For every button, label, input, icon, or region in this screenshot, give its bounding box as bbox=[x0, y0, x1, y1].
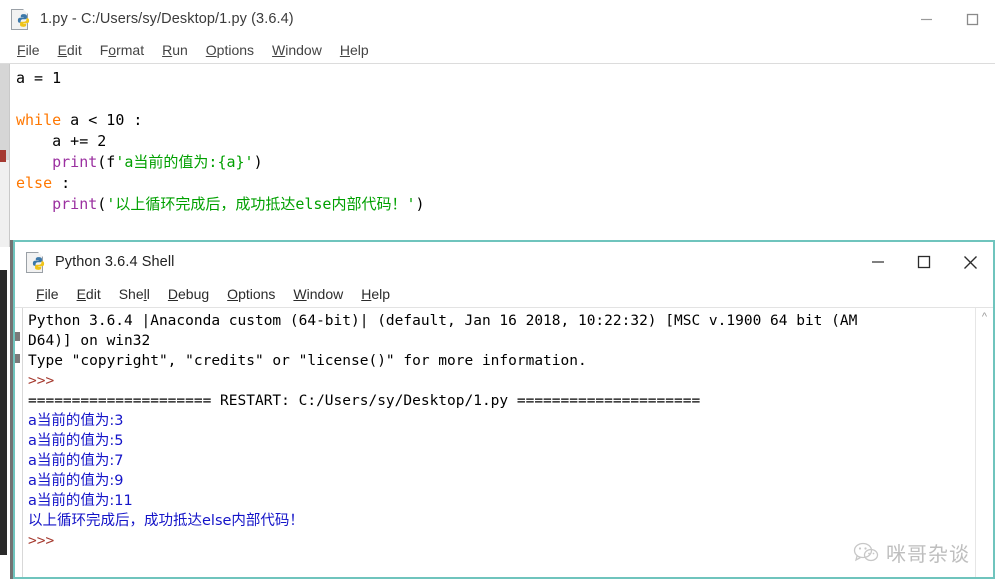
code-token: print bbox=[52, 195, 98, 213]
editor-title-text: 1.py - C:/Users/sy/Desktop/1.py (3.6.4) bbox=[40, 11, 294, 27]
window-shadow-edge bbox=[0, 270, 7, 555]
shell-line: >>> bbox=[28, 533, 55, 549]
code-token: else bbox=[16, 174, 53, 192]
scrollbar-thumb[interactable] bbox=[0, 64, 9, 160]
menu-item-help[interactable]: Help bbox=[352, 282, 399, 307]
shell-line: a当前的值为:5 bbox=[28, 433, 124, 449]
shell-line: a当前的值为:11 bbox=[28, 493, 133, 509]
shell-line: ===================== RESTART: C:/Users/… bbox=[28, 393, 701, 409]
menu-item-shell[interactable]: Shell bbox=[110, 282, 159, 307]
shell-line: a当前的值为:9 bbox=[28, 473, 124, 489]
editor-titlebar[interactable]: 1.py - C:/Users/sy/Desktop/1.py (3.6.4) bbox=[0, 0, 995, 38]
editor-window-buttons bbox=[903, 0, 995, 38]
code-line: a = 1 bbox=[16, 68, 995, 89]
menu-item-options[interactable]: Options bbox=[218, 282, 284, 307]
code-token: (f bbox=[97, 153, 116, 171]
shell-line: >>> bbox=[28, 373, 55, 389]
menu-item-edit[interactable]: Edit bbox=[49, 38, 91, 63]
code-token: : bbox=[52, 174, 71, 192]
shell-line: Type "copyright", "credits" or "license(… bbox=[28, 353, 587, 369]
wechat-logo-icon bbox=[853, 542, 879, 561]
code-token: ) bbox=[415, 195, 425, 213]
shell-body: Python 3.6.4 |Anaconda custom (64-bit)| … bbox=[15, 308, 993, 577]
code-token: print bbox=[52, 153, 98, 171]
code-line: while a < 10 : bbox=[16, 110, 995, 131]
code-line: else : bbox=[16, 173, 995, 194]
code-token: a += 2 bbox=[16, 132, 107, 150]
shell-title-text: Python 3.6.4 Shell bbox=[55, 254, 175, 270]
code-token: '以上循环完成后，成功抵达else内部代码！' bbox=[106, 195, 416, 213]
code-token: 'a当前的值为: bbox=[115, 153, 218, 171]
shell-gutter bbox=[15, 308, 23, 577]
shell-line: Python 3.6.4 |Anaconda custom (64-bit)| … bbox=[28, 313, 858, 329]
menu-item-options[interactable]: Options bbox=[197, 38, 263, 63]
menu-item-debug[interactable]: Debug bbox=[159, 282, 218, 307]
code-token: a < 10 : bbox=[61, 111, 143, 129]
maximize-button[interactable] bbox=[949, 0, 995, 38]
watermark-text: 咪哥杂谈 bbox=[886, 542, 970, 566]
code-token: {a} bbox=[217, 153, 245, 171]
shell-line: a当前的值为:3 bbox=[28, 413, 124, 429]
editor-vertical-scrollbar[interactable] bbox=[0, 64, 10, 247]
menu-item-run[interactable]: Run bbox=[153, 38, 197, 63]
close-button[interactable] bbox=[947, 242, 993, 282]
shell-menubar: File Edit Shell Debug Options Window Hel… bbox=[15, 282, 993, 308]
menu-item-file[interactable]: File bbox=[27, 282, 68, 307]
python-file-icon bbox=[11, 8, 32, 30]
menu-item-format[interactable]: Format bbox=[91, 38, 153, 63]
shell-line: 以上循环完成后，成功抵达else内部代码！ bbox=[28, 513, 304, 529]
shell-titlebar[interactable]: Python 3.6.4 Shell bbox=[15, 242, 993, 282]
scrollbar-marker bbox=[0, 150, 6, 162]
shell-output-text[interactable]: Python 3.6.4 |Anaconda custom (64-bit)| … bbox=[23, 308, 975, 577]
watermark: 咪哥杂谈 bbox=[853, 538, 970, 567]
code-token: while bbox=[16, 111, 62, 129]
menu-item-edit[interactable]: Edit bbox=[68, 282, 110, 307]
maximize-button[interactable] bbox=[901, 242, 947, 282]
code-line: print('以上循环完成后，成功抵达else内部代码！') bbox=[16, 194, 995, 215]
python-file-icon bbox=[26, 251, 47, 273]
code-line: print(f'a当前的值为:{a}') bbox=[16, 152, 995, 173]
menu-item-window[interactable]: Window bbox=[263, 38, 331, 63]
code-token: ' bbox=[244, 153, 254, 171]
editor-body: a = 1 while a < 10 : a += 2 print(f'a当前的… bbox=[0, 64, 995, 247]
menu-item-help[interactable]: Help bbox=[331, 38, 378, 63]
chevron-up-icon[interactable]: ^ bbox=[976, 312, 993, 323]
editor-window: 1.py - C:/Users/sy/Desktop/1.py (3.6.4) … bbox=[0, 0, 995, 247]
shell-vertical-scrollbar[interactable]: ^ bbox=[975, 308, 993, 577]
shell-window: Python 3.6.4 Shell File Edit Shell Debug… bbox=[13, 240, 995, 579]
code-token: ( bbox=[97, 195, 107, 213]
code-line: a += 2 bbox=[16, 131, 995, 152]
code-editor-text[interactable]: a = 1 while a < 10 : a += 2 print(f'a当前的… bbox=[10, 64, 995, 247]
code-token: ) bbox=[253, 153, 263, 171]
shell-line: a当前的值为:7 bbox=[28, 453, 124, 469]
code-token: a = 1 bbox=[16, 69, 62, 87]
minimize-button[interactable] bbox=[903, 0, 949, 38]
menu-item-file[interactable]: File bbox=[8, 38, 49, 63]
shell-line: D64)] on win32 bbox=[28, 333, 151, 349]
shell-window-buttons bbox=[855, 242, 993, 282]
minimize-button[interactable] bbox=[855, 242, 901, 282]
menu-item-window[interactable]: Window bbox=[284, 282, 352, 307]
editor-menubar: File Edit Format Run Options Window Help bbox=[0, 38, 995, 64]
